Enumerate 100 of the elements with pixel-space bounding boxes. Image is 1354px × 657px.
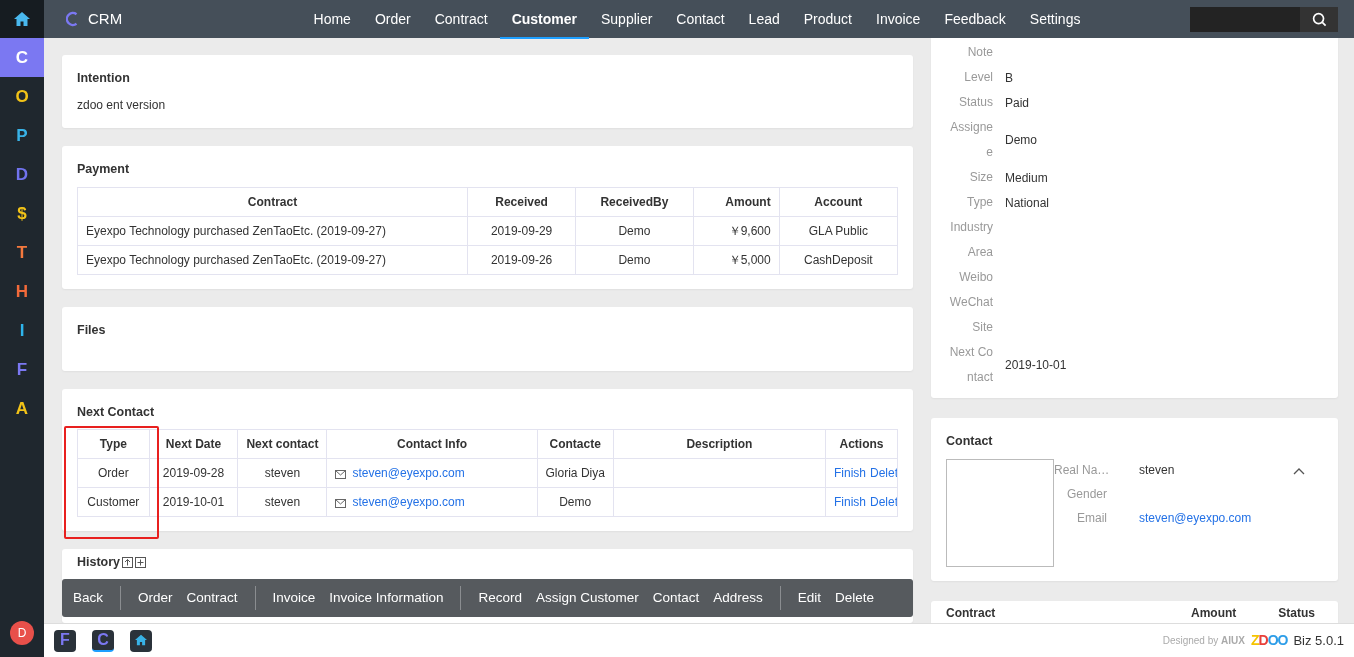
nav-link[interactable]: Feedback — [932, 0, 1018, 39]
app-letter: T — [16, 241, 28, 264]
action-button[interactable]: Invoice Information — [323, 585, 450, 611]
taskbar-app[interactable] — [130, 629, 152, 652]
sort-icon[interactable] — [122, 557, 134, 569]
nav-link[interactable]: Lead — [736, 0, 792, 39]
nav-link[interactable]: Home — [301, 0, 363, 39]
app-tab[interactable]: P — [0, 116, 44, 155]
table-cell: Eyexpo Technology purchased ZenTaoEtc. (2019-09-27) — [77, 216, 468, 245]
table-cell: GLA Public — [779, 216, 898, 245]
credit-text: Designed by AIUX — [1162, 634, 1245, 648]
envelope-icon — [335, 469, 347, 479]
action-button[interactable]: Record — [472, 585, 528, 611]
chevron-up-icon[interactable] — [1293, 466, 1305, 475]
nav-link[interactable]: Customer — [499, 0, 589, 39]
table-cell: 2019-09-26 — [467, 245, 576, 274]
table-cell: 2019-09-29 — [467, 216, 576, 245]
field-label: Note — [966, 44, 993, 61]
column-header: Received — [467, 187, 576, 216]
action-button[interactable]: Address — [707, 585, 769, 611]
action-button[interactable]: Assign Customer — [529, 585, 645, 611]
field-value: Paid — [1005, 94, 1030, 112]
column-header: Account — [779, 187, 898, 216]
app-letter: $ — [17, 202, 27, 225]
envelope-icon — [335, 498, 347, 508]
nav-link[interactable]: Invoice — [864, 0, 933, 39]
email-link[interactable]: steven@eyexpo.com — [1139, 508, 1293, 527]
app-letter: F — [60, 631, 70, 648]
field-label: Gender — [1065, 485, 1107, 503]
app-letter: H — [15, 280, 29, 303]
taskbar-app[interactable]: F — [54, 629, 76, 652]
field-label: Weibo — [958, 269, 993, 286]
section-title: Next Contact — [77, 403, 156, 421]
action-button[interactable]: Delete — [829, 585, 881, 611]
nav-link[interactable]: Product — [791, 0, 864, 39]
nav-link[interactable]: Settings — [1017, 0, 1093, 39]
action-button[interactable]: Contact — [646, 585, 706, 611]
column-header: Actions — [825, 429, 898, 459]
home-button[interactable] — [0, 0, 44, 38]
app-tab[interactable]: H — [0, 272, 44, 311]
field-label: Site — [971, 319, 993, 336]
table-cell: steven — [237, 487, 327, 517]
action-button[interactable]: Back — [67, 585, 109, 611]
action-link[interactable]: Finish — [833, 466, 866, 481]
table-cell: Gloria Diya — [537, 458, 614, 488]
action-button[interactable]: Contract — [180, 585, 244, 611]
app-letter: I — [19, 319, 25, 342]
action-button[interactable]: Order — [132, 585, 179, 611]
field-label: Status — [957, 94, 993, 111]
app-tab[interactable]: F — [0, 350, 44, 389]
column-header: Contract — [946, 604, 996, 622]
table-cell: Demo — [575, 216, 694, 245]
field-label: Real Na… — [1054, 461, 1107, 479]
brand-logo: ZDOO — [1250, 631, 1288, 650]
search-icon — [1311, 11, 1327, 27]
app-tab[interactable]: A — [0, 389, 44, 428]
app-letter: C — [97, 631, 109, 648]
action-link[interactable]: Finish — [833, 495, 866, 510]
taskbar-app[interactable]: C — [92, 629, 114, 652]
nav-link[interactable]: Order — [362, 0, 423, 39]
intention-text: zdoo ent version — [77, 96, 167, 114]
home-icon — [13, 11, 31, 27]
column-header: Amount — [693, 187, 780, 216]
app-tab[interactable]: C — [0, 38, 44, 77]
column-header: Next contact — [237, 429, 327, 459]
action-button[interactable]: Edit — [791, 585, 828, 611]
app-tab[interactable]: D — [0, 155, 44, 194]
expand-icon[interactable] — [135, 557, 147, 569]
nav-link[interactable]: Contract — [422, 0, 500, 39]
field-label: Assignee — [949, 119, 993, 161]
app-letter: F — [16, 358, 28, 381]
field-label: Email — [1076, 509, 1107, 527]
table-cell: 2019-09-28 — [149, 458, 238, 488]
nav-link[interactable]: Supplier — [589, 0, 665, 39]
nav-link[interactable]: Contact — [664, 0, 737, 39]
section-title: Intention — [77, 70, 131, 87]
field-value: steven — [1139, 461, 1176, 479]
field-label: Area — [966, 244, 993, 261]
table-cell: Demo — [575, 245, 694, 274]
search-button[interactable] — [1300, 6, 1338, 32]
table-cell: steven — [237, 458, 327, 488]
section-title: Files — [77, 321, 107, 339]
column-header: Contact Info — [326, 429, 538, 459]
column-header: Contract — [77, 187, 468, 216]
app-tab[interactable]: I — [0, 311, 44, 350]
section-title: Payment — [77, 160, 131, 178]
column-header: ReceivedBy — [575, 187, 694, 216]
app-tab[interactable]: $ — [0, 194, 44, 233]
user-avatar[interactable]: D — [10, 621, 34, 645]
field-label: Type — [966, 194, 993, 211]
field-value: B — [1005, 69, 1013, 87]
app-tab[interactable]: O — [0, 77, 44, 116]
app-tab[interactable]: T — [0, 233, 44, 272]
app-logo-icon — [66, 11, 78, 27]
column-header: Contacte — [537, 429, 614, 459]
action-button[interactable]: Invoice — [266, 585, 322, 611]
search-field[interactable] — [1190, 6, 1300, 32]
column-header: Description — [613, 429, 826, 459]
app-letter: A — [15, 397, 29, 420]
field-label: Size — [968, 169, 993, 186]
